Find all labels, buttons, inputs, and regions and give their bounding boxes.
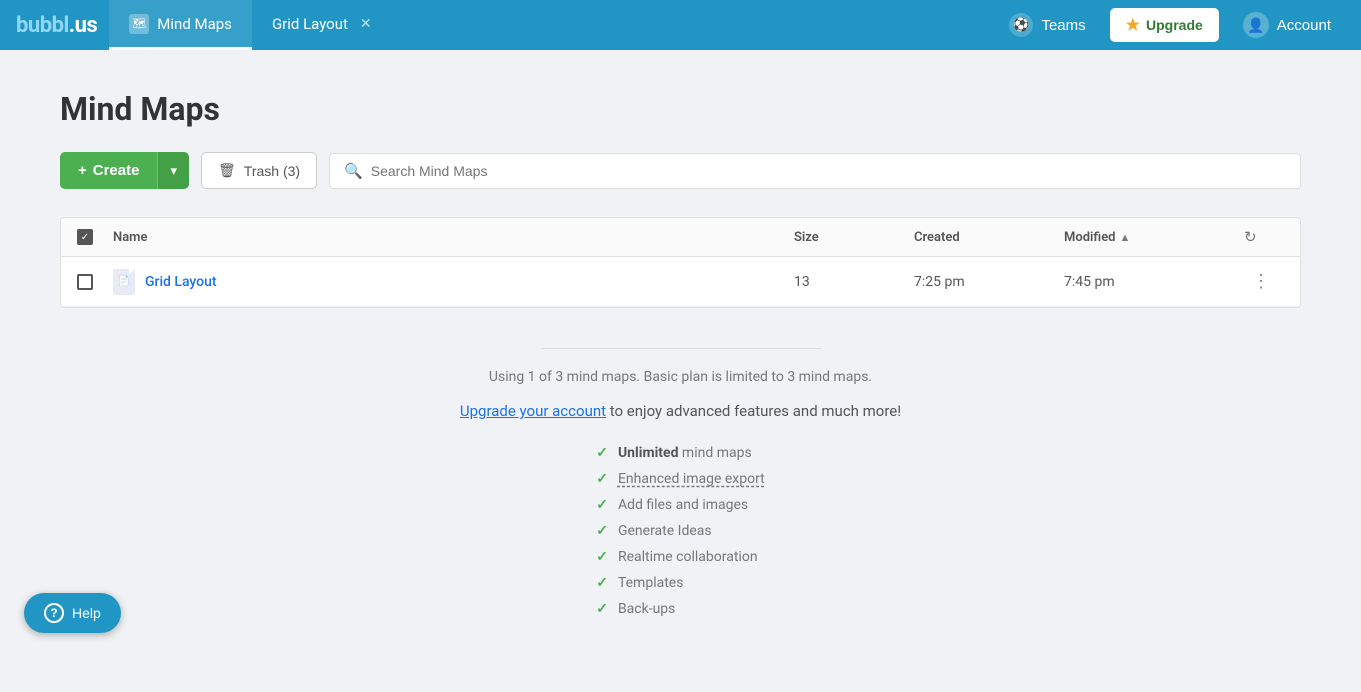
file-created: 7:25 pm [914,274,1064,290]
feature-generate-ideas: ✓ Generate Ideas [596,518,765,544]
star-icon: ★ [1126,15,1140,35]
column-name: Name [113,230,794,245]
select-all-checkbox[interactable]: ✓ [77,229,93,245]
column-modified-label: Modified [1064,230,1116,245]
header-checkbox-cell: ✓ [77,229,113,245]
column-created: Created [914,230,1064,245]
upgrade-button[interactable]: ★ Upgrade [1110,8,1219,42]
usage-divider [541,348,821,349]
file-name-cell: 📄 Grid Layout [113,269,794,295]
create-dropdown-button[interactable]: ▾ [157,152,189,189]
tab-mind-maps-label: Mind Maps [157,15,232,33]
search-icon: 🔍 [344,162,363,180]
check-icon-2: ✓ [596,471,608,487]
more-actions-button[interactable]: ⋮ [1244,267,1278,296]
chevron-down-icon: ▾ [170,163,177,178]
feature-files-images: ✓ Add files and images [596,492,765,518]
trash-icon: 🗑 [218,162,236,179]
column-size: Size [794,230,914,245]
table-header: ✓ Name Size Created Modified ▲ ↻ [61,218,1300,257]
check-icon-3: ✓ [596,497,608,513]
upgrade-suffix: to enjoy advanced features and much more… [606,402,901,420]
app-logo: bubbl.us [16,13,97,38]
trash-button[interactable]: 🗑 Trash (3) [201,152,317,189]
feature-image-export-text: Enhanced image export [618,471,765,487]
feature-templates: ✓ Templates [596,570,765,596]
usage-text: Using 1 of 3 mind maps. Basic plan is li… [60,369,1301,385]
upgrade-section: Using 1 of 3 mind maps. Basic plan is li… [60,338,1301,652]
tab-grid-layout[interactable]: Grid Layout ✕ [252,0,392,50]
upgrade-label: Upgrade [1146,17,1203,33]
column-modified[interactable]: Modified ▲ [1064,230,1244,245]
feature-realtime-collab: ✓ Realtime collaboration [596,544,765,570]
file-icon: 📄 [113,269,135,295]
check-icon-6: ✓ [596,575,608,591]
help-icon: ? [44,603,64,623]
feature-unlimited: ✓ Unlimited mind maps [596,440,765,466]
file-size: 13 [794,274,914,290]
check-icon-7: ✓ [596,601,608,617]
features-list: ✓ Unlimited mind maps ✓ Enhanced image e… [596,440,765,622]
create-label: Create [93,162,140,179]
account-button[interactable]: 👤 Account [1229,6,1345,44]
mind-maps-table: ✓ Name Size Created Modified ▲ ↻ 📄 Grid … [60,217,1301,308]
feature-templates-text: Templates [618,575,684,591]
upgrade-prompt: Upgrade your account to enjoy advanced f… [60,401,1301,420]
search-container: 🔍 [329,153,1301,189]
table-row: 📄 Grid Layout 13 7:25 pm 7:45 pm ⋮ [61,257,1300,307]
upgrade-account-link[interactable]: Upgrade your account [460,402,606,420]
account-label: Account [1277,17,1331,34]
file-modified: 7:45 pm [1064,274,1244,290]
tab-grid-layout-label: Grid Layout [272,15,348,33]
feature-backups-text: Back-ups [618,601,675,617]
row-checkbox-cell [77,274,113,290]
feature-files-text: Add files and images [618,497,748,513]
create-button[interactable]: + Create [60,152,157,189]
account-icon: 👤 [1243,12,1269,38]
search-input[interactable] [371,163,1286,179]
sort-ascending-icon: ▲ [1120,231,1131,244]
file-name[interactable]: Grid Layout [145,274,217,290]
toolbar: + Create ▾ 🗑 Trash (3) 🔍 [60,152,1301,189]
teams-icon: ⚽ [1009,13,1033,37]
create-button-group: + Create ▾ [60,152,189,189]
row-checkbox[interactable] [77,274,93,290]
header-right: ⚽ Teams ★ Upgrade 👤 Account [995,6,1345,44]
mind-maps-tab-icon: 🗺 [129,14,149,34]
plus-icon: + [78,162,87,179]
check-icon-5: ✓ [596,549,608,565]
help-button[interactable]: ? Help [24,593,121,633]
app-header: bubbl.us 🗺 Mind Maps Grid Layout ✕ ⚽ Tea… [0,0,1361,50]
feature-image-export: ✓ Enhanced image export [596,466,765,492]
feature-collab-text: Realtime collaboration [618,549,758,565]
check-icon-4: ✓ [596,523,608,539]
check-icon-1: ✓ [596,445,608,461]
page-title: Mind Maps [60,90,1301,128]
help-label: Help [72,605,101,621]
nav-tabs: 🗺 Mind Maps Grid Layout ✕ [109,0,391,50]
row-actions: ⋮ [1244,267,1284,296]
teams-label: Teams [1041,17,1085,34]
feature-ideas-text: Generate Ideas [618,523,712,539]
feature-backups: ✓ Back-ups [596,596,765,622]
feature-bold-unlimited: Unlimited [618,445,679,461]
trash-label: Trash (3) [244,163,300,179]
teams-button[interactable]: ⚽ Teams [995,7,1099,43]
refresh-button[interactable]: ↻ [1244,228,1257,246]
tab-mind-maps[interactable]: 🗺 Mind Maps [109,0,252,50]
main-content: Mind Maps + Create ▾ 🗑 Trash (3) 🔍 ✓ Na [0,50,1361,692]
feature-unlimited-text: Unlimited mind maps [618,445,752,461]
column-actions: ↻ [1244,228,1284,246]
close-tab-icon[interactable]: ✕ [360,16,372,32]
